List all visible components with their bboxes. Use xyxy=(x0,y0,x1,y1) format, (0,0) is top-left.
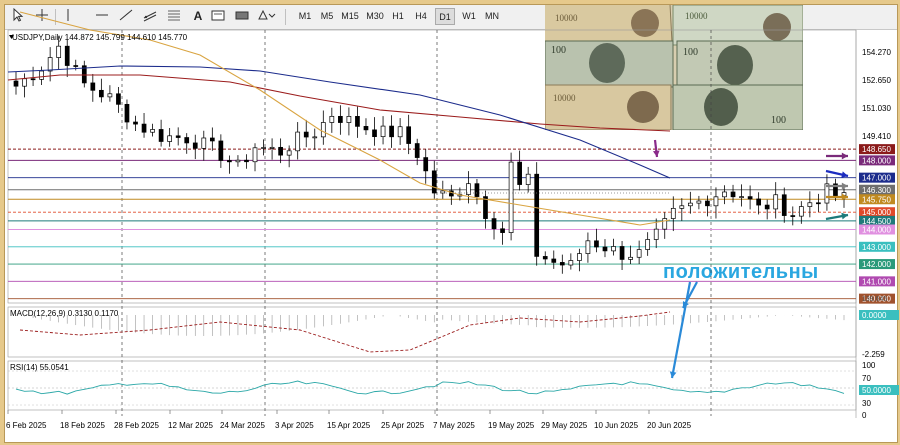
label-icon[interactable] xyxy=(211,8,225,25)
svg-text:10000: 10000 xyxy=(685,11,708,21)
timeframe-m1[interactable]: M1 xyxy=(295,8,315,25)
svg-text:10000: 10000 xyxy=(553,93,576,103)
channel-icon[interactable] xyxy=(143,8,157,25)
text-icon[interactable]: A xyxy=(191,8,205,25)
currency-banknotes-photo: 10000 10000 100 100 10000 100 xyxy=(545,5,803,130)
crosshair-icon[interactable] xyxy=(35,8,49,25)
svg-text:10000: 10000 xyxy=(555,13,578,23)
timeframe-mn[interactable]: MN xyxy=(481,8,503,25)
chart-window: A M1 M5 M15 M30 H1 H4 D1 W1 MN 10000 10000 xyxy=(4,4,898,443)
timeframe-m5[interactable]: M5 xyxy=(317,8,337,25)
vertical-line-icon[interactable] xyxy=(61,8,75,25)
svg-text:100: 100 xyxy=(683,47,698,58)
timeframe-m30[interactable]: M30 xyxy=(363,8,387,25)
timeframe-h1[interactable]: H1 xyxy=(389,8,407,25)
timeframe-w1[interactable]: W1 xyxy=(459,8,479,25)
annotation-text: положительны xyxy=(663,261,819,283)
svg-text:100: 100 xyxy=(771,115,786,126)
timeframe-m15[interactable]: M15 xyxy=(339,8,361,25)
cursor-icon[interactable] xyxy=(11,7,25,25)
svg-text:100: 100 xyxy=(551,45,566,56)
timeframe-d1[interactable]: D1 xyxy=(435,8,455,25)
timeframe-h4[interactable]: H4 xyxy=(411,8,431,25)
shapes-icon[interactable] xyxy=(257,8,277,25)
fibonacci-icon[interactable] xyxy=(167,8,181,25)
trendline-icon[interactable] xyxy=(119,8,133,25)
horizontal-line-icon[interactable] xyxy=(95,8,109,25)
rectangle-icon[interactable] xyxy=(235,8,249,25)
